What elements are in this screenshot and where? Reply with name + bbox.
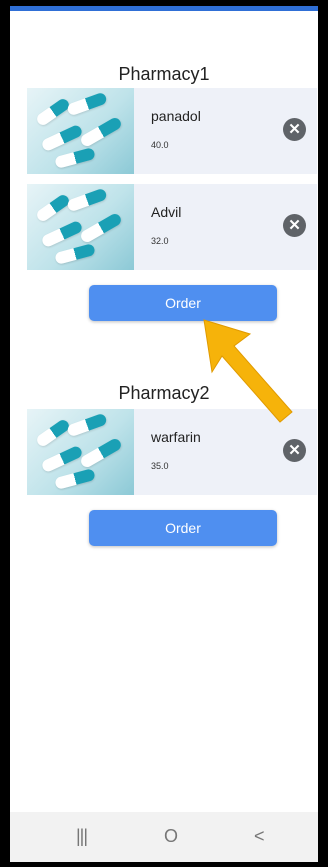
close-circle-icon[interactable]: ✕ bbox=[283, 439, 306, 462]
home-icon[interactable]: O bbox=[164, 826, 178, 847]
close-circle-icon[interactable]: ✕ bbox=[283, 118, 306, 141]
recents-icon[interactable]: ||| bbox=[76, 826, 88, 847]
app-screen: Pharmacy1 panadol 40.0 ✕ Advil 32.0 ✕ Or… bbox=[10, 6, 318, 862]
system-nav-bar: ||| O < bbox=[10, 812, 318, 862]
medicine-card-panadol: panadol 40.0 ✕ bbox=[27, 88, 317, 174]
medicine-price: 35.0 bbox=[151, 461, 169, 471]
status-bar bbox=[10, 6, 318, 11]
back-icon[interactable]: < bbox=[254, 826, 265, 847]
medicine-image bbox=[27, 88, 134, 174]
medicine-name: Advil bbox=[151, 204, 182, 220]
medicine-image bbox=[27, 409, 134, 495]
medicine-name: warfarin bbox=[151, 429, 201, 445]
medicine-price: 40.0 bbox=[151, 140, 169, 150]
order-button-pharmacy-2[interactable]: Order bbox=[89, 510, 277, 546]
close-circle-icon[interactable]: ✕ bbox=[283, 214, 306, 237]
pharmacy-1-title: Pharmacy1 bbox=[118, 64, 210, 84]
medicine-name: panadol bbox=[151, 108, 201, 124]
annotation-arrow-icon bbox=[203, 319, 293, 423]
medicine-card-advil: Advil 32.0 ✕ bbox=[27, 184, 317, 270]
medicine-image bbox=[27, 184, 134, 270]
medicine-price: 32.0 bbox=[151, 236, 169, 246]
